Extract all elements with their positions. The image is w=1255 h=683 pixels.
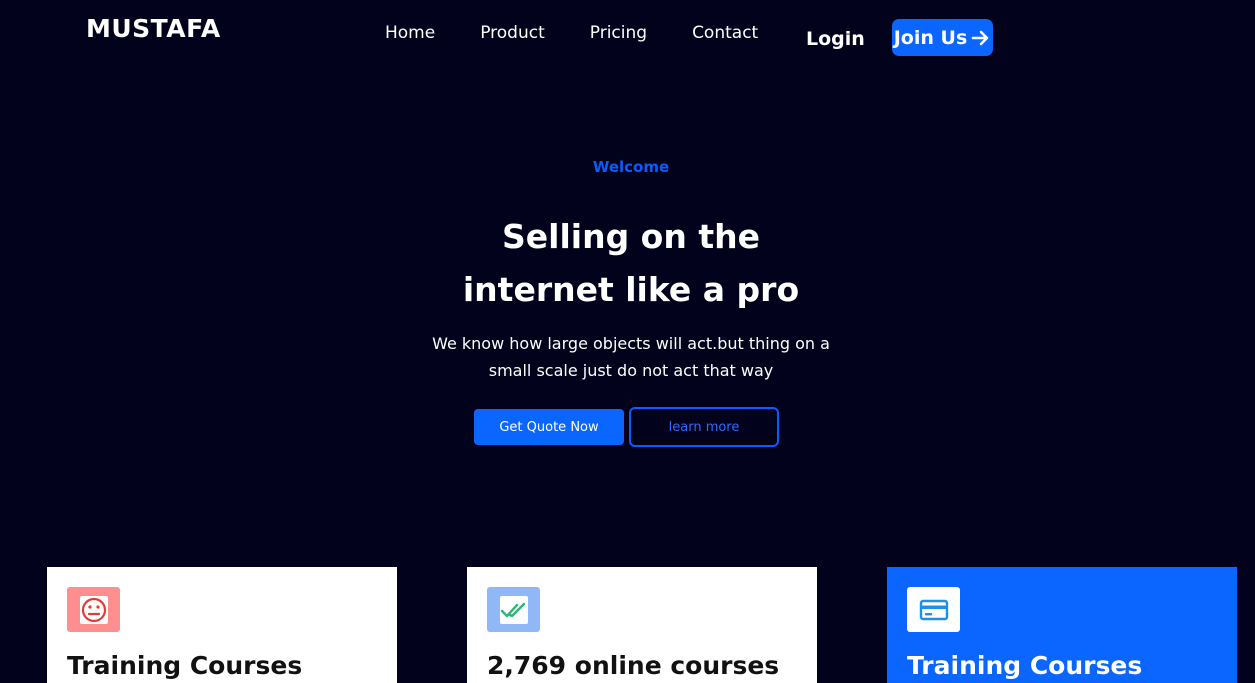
feature-card: Training Courses <box>887 567 1237 683</box>
hero-subtitle-line1: We know how large objects will act.but t… <box>432 334 830 353</box>
sad-face-icon <box>67 587 120 632</box>
hero-title-line1: Selling on the <box>502 217 760 256</box>
card-title: Training Courses <box>907 651 1143 680</box>
nav-contact-link[interactable]: Contact <box>692 23 758 43</box>
login-link[interactable]: Login <box>806 28 865 50</box>
nav-pricing-link[interactable]: Pricing <box>590 23 647 43</box>
join-us-button[interactable]: Join Us <box>892 19 993 56</box>
landing-page: MUSTAFA Home Product Pricing Contact Log… <box>0 0 1255 683</box>
hero-subtitle-line2: small scale just do not act that way <box>488 361 774 380</box>
get-quote-button[interactable]: Get Quote Now <box>474 409 624 445</box>
brand-logo[interactable]: MUSTAFA <box>86 14 221 43</box>
hero-eyebrow: Welcome <box>592 158 670 176</box>
double-check-icon <box>487 587 540 632</box>
join-us-label: Join Us <box>893 26 968 49</box>
main-nav: Home Product Pricing Contact <box>385 23 758 43</box>
hero-title: Selling on the internet like a pro <box>0 210 1255 316</box>
card-title: Training Courses <box>67 651 303 680</box>
nav-product-link[interactable]: Product <box>480 23 545 43</box>
card-title: 2,769 online courses <box>487 651 780 680</box>
feature-card: Training Courses <box>47 567 397 683</box>
arrow-right-icon <box>971 30 989 45</box>
credit-card-icon <box>907 587 960 632</box>
feature-card: 2,769 online courses <box>467 567 817 683</box>
learn-more-button[interactable]: learn more <box>629 407 779 447</box>
nav-home-link[interactable]: Home <box>385 23 435 43</box>
hero-subtitle: We know how large objects will act.but t… <box>0 330 1255 384</box>
hero-title-line2: internet like a pro <box>462 270 800 309</box>
